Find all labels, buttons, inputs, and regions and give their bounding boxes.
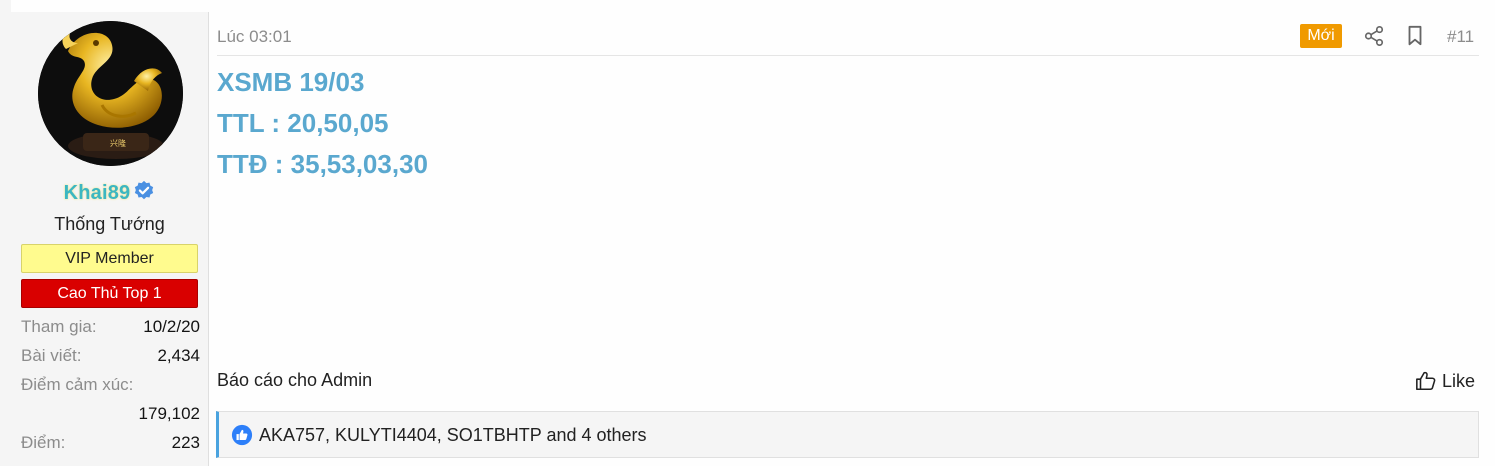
like-reaction-icon: [231, 424, 253, 446]
user-rank-title: Thống Tướng: [54, 214, 165, 234]
bookmark-icon[interactable]: [1405, 25, 1425, 47]
stat-value: 179,102: [138, 404, 200, 423]
svg-text:兴隆: 兴隆: [110, 138, 126, 148]
post-body: XSMB 19/03 TTL : 20,50,05 TTĐ : 35,53,03…: [217, 64, 428, 187]
stat-label: Tham gia:: [21, 317, 97, 336]
stat-points: Điểm: 223: [21, 433, 200, 457]
top-player-banner: Cao Thủ Top 1: [21, 279, 198, 308]
post-line-ttd: TTĐ : 35,53,03,30: [217, 149, 428, 179]
stat-value[interactable]: 2,434: [157, 346, 200, 366]
golden-dragon-avatar-image: 兴隆: [38, 21, 183, 166]
post-number-link[interactable]: #11: [1447, 27, 1474, 47]
username-text[interactable]: Khai89: [64, 182, 131, 204]
stat-posts: Bài viết: 2,434: [21, 346, 200, 370]
avatar[interactable]: 兴隆: [38, 21, 183, 166]
report-link[interactable]: Báo cáo cho Admin: [217, 370, 372, 391]
new-badge: Mới: [1300, 24, 1342, 48]
post-left-edge: [0, 0, 11, 466]
like-label[interactable]: Like: [1442, 371, 1475, 392]
verified-badge-icon: [135, 180, 154, 200]
stat-value[interactable]: 223: [172, 433, 200, 453]
username[interactable]: Khai89: [11, 180, 208, 205]
stat-joined: Tham gia: 10/2/20: [21, 317, 200, 341]
stat-value: 10/2/20: [143, 317, 200, 336]
vip-member-banner: VIP Member: [21, 244, 198, 273]
post-line-ttl: TTL : 20,50,05: [217, 108, 389, 138]
post-timestamp[interactable]: Lúc 03:01: [217, 27, 292, 47]
stat-label: Điểm cảm xúc:: [21, 375, 134, 394]
post-line-xsmb: XSMB 19/03: [217, 67, 365, 97]
post-container: 兴隆 Khai89 Thống Tướng VIP Member Cao Thủ…: [0, 0, 1495, 466]
thumbs-up-icon: [1416, 371, 1436, 391]
stat-label: Điểm:: [21, 433, 66, 452]
stat-reaction-score-label-row: Điểm cảm xúc:: [21, 375, 200, 399]
post-header: Lúc 03:01 Mới #11: [217, 24, 1479, 56]
stat-label: Bài viết:: [21, 346, 82, 365]
reactions-users-text[interactable]: AKA757, KULYTI4404, SO1TBHTP and 4 other…: [259, 425, 647, 446]
user-info-column: 兴隆 Khai89 Thống Tướng VIP Member Cao Thủ…: [11, 12, 209, 466]
share-icon[interactable]: [1363, 25, 1385, 47]
stat-reaction-score-value-row: 179,102: [21, 404, 200, 428]
reactions-bar[interactable]: AKA757, KULYTI4404, SO1TBHTP and 4 other…: [216, 411, 1479, 458]
